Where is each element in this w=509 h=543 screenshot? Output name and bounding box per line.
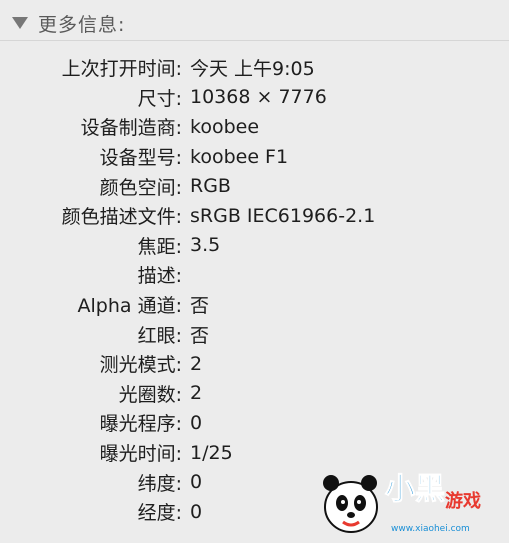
info-label: 尺寸:: [137, 87, 182, 110]
info-value: 0: [190, 500, 203, 523]
info-row-focal-length: 焦距: 3.5: [0, 231, 509, 261]
info-row-red-eye: 红眼: 否: [0, 319, 509, 349]
section-title: 更多信息:: [38, 13, 126, 36]
info-value: RGB: [190, 175, 231, 198]
info-label: 光圈数:: [118, 383, 182, 406]
watermark-logo: 小黑 游戏 www.xiaohei.com: [323, 472, 481, 534]
panda-mascot-icon: [323, 475, 378, 533]
info-value: 今天 上午9:05: [190, 58, 315, 81]
info-label: 红眼:: [137, 324, 182, 347]
more-info-panel: 更多信息: 上次打开时间: 今天 上午9:05 尺寸: 10368 × 7776…: [0, 0, 509, 543]
info-label: 曝光时间:: [99, 443, 182, 466]
watermark-url: www.xiaohei.com: [391, 524, 470, 534]
section-divider: [0, 40, 509, 41]
info-label: 测光模式:: [99, 354, 182, 377]
info-label: 经度:: [137, 502, 182, 525]
info-label: Alpha 通道:: [77, 295, 182, 318]
info-row-alpha-channel: Alpha 通道: 否: [0, 290, 509, 320]
more-info-section-header[interactable]: 更多信息:: [12, 10, 125, 36]
info-value: 3.5: [190, 234, 221, 257]
info-value: koobee: [190, 115, 260, 138]
info-value: 0: [190, 471, 203, 494]
info-row-dimensions: 尺寸: 10368 × 7776: [0, 83, 509, 113]
info-value: 2: [190, 382, 203, 405]
info-label: 曝光程序:: [99, 413, 182, 436]
info-row-f-number: 光圈数: 2: [0, 379, 509, 409]
info-label: 颜色空间:: [99, 176, 182, 199]
info-value: 否: [190, 324, 210, 347]
info-row-color-profile: 颜色描述文件: sRGB IEC61966-2.1: [0, 201, 509, 231]
info-label: 纬度:: [137, 472, 182, 495]
info-row-device-make: 设备制造商: koobee: [0, 112, 509, 142]
info-row-last-opened: 上次打开时间: 今天 上午9:05: [0, 53, 509, 83]
info-row-color-space: 颜色空间: RGB: [0, 171, 509, 201]
info-value: 2: [190, 352, 203, 375]
info-value: 否: [190, 295, 210, 318]
info-value: koobee F1: [190, 145, 289, 168]
info-label: 上次打开时间:: [61, 58, 182, 81]
info-label: 设备制造商:: [80, 117, 182, 140]
info-value: 1/25: [190, 441, 233, 464]
info-list: 上次打开时间: 今天 上午9:05 尺寸: 10368 × 7776 设备制造商…: [0, 53, 509, 527]
disclosure-triangle-down-icon[interactable]: [12, 17, 28, 29]
info-value: sRGB IEC61966-2.1: [190, 204, 376, 227]
watermark-brand-big: 小黑: [385, 472, 445, 507]
info-label: 颜色描述文件:: [61, 206, 182, 229]
info-value: 10368 × 7776: [190, 86, 327, 109]
info-label: 描述:: [137, 265, 182, 288]
info-label: 焦距:: [137, 235, 182, 258]
info-label: 设备型号:: [99, 147, 182, 170]
info-row-device-model: 设备型号: koobee F1: [0, 142, 509, 172]
info-row-metering-mode: 测光模式: 2: [0, 349, 509, 379]
watermark-brand-small: 游戏: [445, 490, 481, 512]
info-value: 0: [190, 411, 203, 434]
info-row-exposure-program: 曝光程序: 0: [0, 408, 509, 438]
info-row-description: 描述:: [0, 260, 509, 290]
